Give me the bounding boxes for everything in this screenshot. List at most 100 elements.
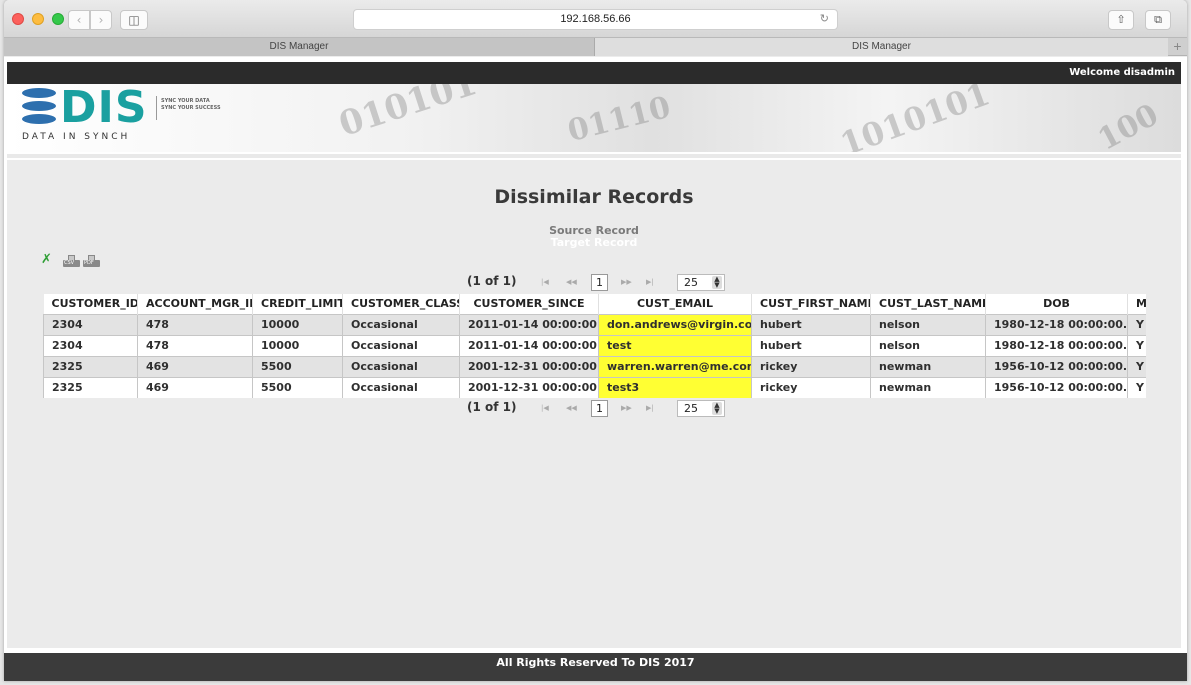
table-cell: Y <box>1127 313 1146 336</box>
banner-decoration: 1010101 <box>835 84 995 152</box>
table-cell: rickey <box>751 355 871 378</box>
table-cell: Occasional <box>342 334 460 357</box>
column-header[interactable]: CUST_EMAIL <box>598 294 752 314</box>
column-header[interactable]: CUST_FIRST_NAME <box>751 294 871 314</box>
table-cell: don.andrews@virgin.com <box>598 313 752 336</box>
page-count: (1 of 1) <box>467 274 517 288</box>
welcome-text: Welcome disadmin <box>1069 67 1175 78</box>
table-cell: hubert <box>751 313 871 336</box>
table-cell: Y <box>1127 355 1146 378</box>
tab-dis-manager-1[interactable]: DIS Manager <box>4 38 595 56</box>
table-cell: 2325 <box>43 355 138 378</box>
table-cell: rickey <box>751 376 871 398</box>
table-cell: 2325 <box>43 376 138 398</box>
page-count: (1 of 1) <box>467 400 517 414</box>
forward-icon[interactable]: › <box>90 10 112 30</box>
paginator-top: (1 of 1) |◀ ◀◀ 1 ▶▶ ▶| 25 ▲ ▼ <box>7 274 1181 292</box>
table-cell: 2304 <box>43 313 138 336</box>
column-header[interactable]: MA <box>1127 294 1146 314</box>
table-cell: warren.warren@me.com <box>598 355 752 378</box>
column-header[interactable]: ACCOUNT_MGR_ID <box>137 294 253 314</box>
first-page-icon[interactable]: |◀ <box>541 404 549 412</box>
column-header[interactable]: CREDIT_LIMIT <box>252 294 343 314</box>
rows-per-page-select[interactable]: 25 ▲ ▼ <box>677 274 725 291</box>
column-header[interactable]: CUSTOMER_SINCE <box>459 294 599 314</box>
table-cell: 1980-12-18 00:00:00.0 <box>985 313 1128 336</box>
table-cell: 469 <box>137 355 253 378</box>
next-page-icon[interactable]: ▶▶ <box>621 278 632 286</box>
table-cell: 478 <box>137 313 253 336</box>
tab-overview-icon[interactable]: ⧉ <box>1145 10 1171 30</box>
column-header[interactable]: CUST_LAST_NAME <box>870 294 986 314</box>
table-cell: newman <box>870 376 986 398</box>
footer: All Rights Reserved To DIS 2017 <box>4 653 1187 681</box>
table-cell: 1956-10-12 00:00:00.0 <box>985 355 1128 378</box>
table-cell: Occasional <box>342 355 460 378</box>
table-cell: test <box>598 334 752 357</box>
back-icon[interactable]: ‹ <box>68 10 90 30</box>
browser-window: ‹ › ◫ 192.168.56.66 ↻ ⇧ ⧉ DIS Manager DI… <box>4 0 1187 681</box>
main-content: Dissimilar Records Source Record Target … <box>7 160 1181 648</box>
legend-target-record: Target Record <box>550 236 638 249</box>
next-page-icon[interactable]: ▶▶ <box>621 404 632 412</box>
table-cell: 2001-12-31 00:00:00.0 <box>459 355 599 378</box>
table-cell: Occasional <box>342 313 460 336</box>
csv-export-icon[interactable]: CSV <box>63 253 81 267</box>
zoom-window-button[interactable] <box>52 13 64 25</box>
tab-bar: DIS Manager DIS Manager + <box>4 38 1187 56</box>
table-cell: Y <box>1127 376 1146 398</box>
column-header[interactable]: DOB <box>985 294 1128 314</box>
table-cell: 469 <box>137 376 253 398</box>
logo-tagline: SYNC YOUR DATA SYNC YOUR SUCCESS <box>161 98 221 111</box>
table-cell: 2001-12-31 00:00:00.0 <box>459 376 599 398</box>
close-window-button[interactable] <box>12 13 24 25</box>
top-strip: Welcome disadmin <box>7 62 1181 84</box>
excel-export-icon[interactable]: ✗ <box>41 253 57 267</box>
prev-page-icon[interactable]: ◀◀ <box>566 404 577 412</box>
address-bar[interactable]: 192.168.56.66 ↻ <box>353 9 838 30</box>
table-cell: Occasional <box>342 376 460 398</box>
title-bar: ‹ › ◫ 192.168.56.66 ↻ ⇧ ⧉ <box>4 0 1187 38</box>
last-page-icon[interactable]: ▶| <box>646 404 654 412</box>
current-page-button[interactable]: 1 <box>591 274 608 291</box>
first-page-icon[interactable]: |◀ <box>541 278 549 286</box>
target-record-row[interactable]: 2304 478 10000 Occasional 2011-01-14 00:00:0… <box>43 334 1146 357</box>
new-tab-icon[interactable]: + <box>1168 38 1187 56</box>
source-record-row[interactable]: 2325 469 5500 Occasional 2001-12-31 00:00:00… <box>43 355 1146 378</box>
banner-decoration: 010101 <box>334 84 482 145</box>
page-title: Dissimilar Records <box>494 186 694 208</box>
address-text: 192.168.56.66 <box>560 13 631 25</box>
reload-icon[interactable]: ↻ <box>820 10 829 29</box>
web-page: Welcome disadmin 010101 01110 1010101 10… <box>4 57 1187 681</box>
table-cell: test3 <box>598 376 752 398</box>
table-cell: 10000 <box>252 313 343 336</box>
rows-per-page-select[interactable]: 25 ▲ ▼ <box>677 400 725 417</box>
logo-text: DIS <box>60 84 148 133</box>
table-cell: 2011-01-14 00:00:00.0 <box>459 334 599 357</box>
prev-page-icon[interactable]: ◀◀ <box>566 278 577 286</box>
source-record-row[interactable]: 2304 478 10000 Occasional 2011-01-14 00:00:0… <box>43 313 1146 336</box>
banner-decoration: 100 <box>1092 97 1165 152</box>
footer-text: All Rights Reserved To DIS 2017 <box>496 656 695 669</box>
table-cell: 478 <box>137 334 253 357</box>
table-cell: 1956-10-12 00:00:00.0 <box>985 376 1128 398</box>
target-record-row[interactable]: 2325 469 5500 Occasional 2001-12-31 00:00:00… <box>43 376 1146 398</box>
select-arrows-icon: ▲ ▼ <box>712 402 722 415</box>
share-icon[interactable]: ⇧ <box>1108 10 1134 30</box>
last-page-icon[interactable]: ▶| <box>646 278 654 286</box>
current-page-button[interactable]: 1 <box>591 400 608 417</box>
banner-decoration: 01110 <box>564 89 675 150</box>
column-header[interactable]: CUSTOMER_ID <box>43 294 138 314</box>
table-cell: newman <box>870 355 986 378</box>
minimize-window-button[interactable] <box>32 13 44 25</box>
table-cell: Y <box>1127 334 1146 357</box>
sidebar-icon[interactable]: ◫ <box>120 10 148 30</box>
column-header[interactable]: CUSTOMER_CLASS <box>342 294 460 314</box>
logo-subtitle: DATA IN SYNCH <box>22 132 131 142</box>
table-cell: 2011-01-14 00:00:00.0 <box>459 313 599 336</box>
table-cell: 2304 <box>43 334 138 357</box>
pdf-export-icon[interactable]: PDF <box>83 253 101 267</box>
tab-dis-manager-2[interactable]: DIS Manager <box>595 38 1168 56</box>
paginator-bottom: (1 of 1) |◀ ◀◀ 1 ▶▶ ▶| 25 ▲ ▼ <box>7 400 1181 418</box>
table-cell: hubert <box>751 334 871 357</box>
